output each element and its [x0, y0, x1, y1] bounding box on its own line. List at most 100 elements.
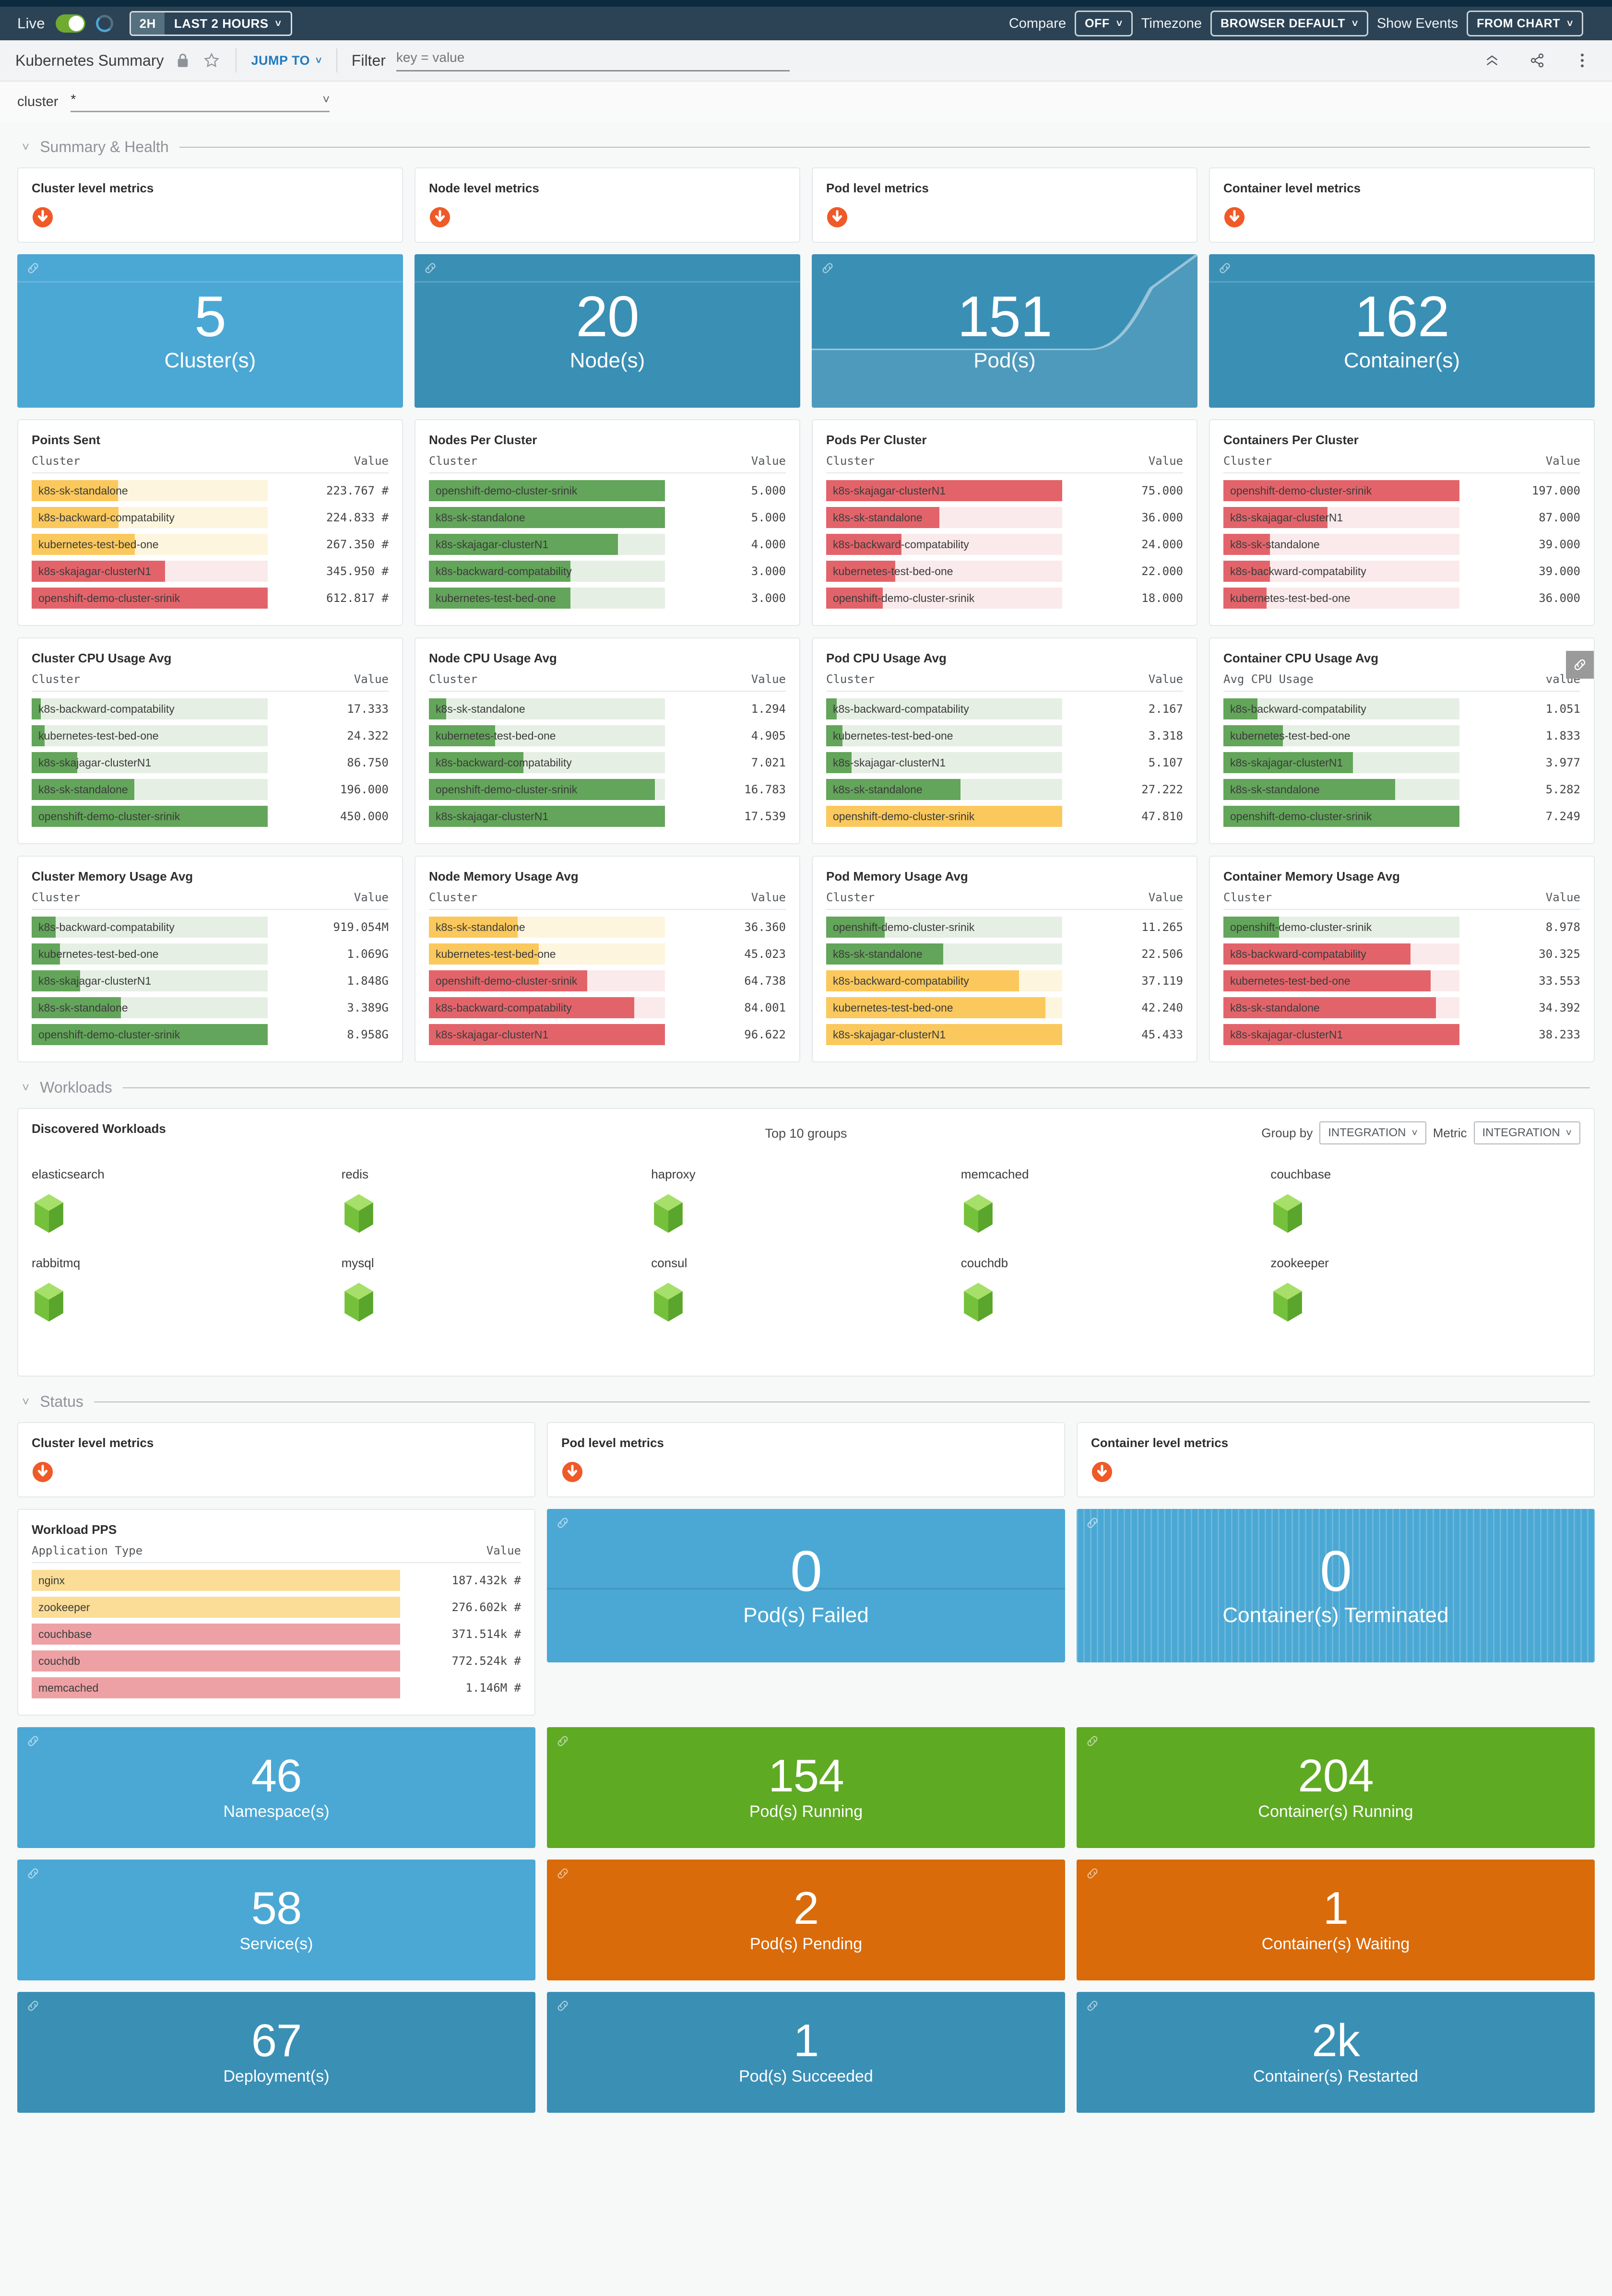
- table-row[interactable]: k8s-sk-standalone 5.000: [429, 504, 786, 531]
- table-row[interactable]: openshift-demo-cluster-srinik 16.783: [429, 776, 786, 803]
- table-row[interactable]: k8s-skajagar-clusterN1 45.433: [826, 1021, 1183, 1048]
- metric-tile-container-s-running[interactable]: 204 Container(s) Running: [1077, 1727, 1595, 1848]
- metric-tile-container-s-waiting[interactable]: 1 Container(s) Waiting: [1077, 1860, 1595, 1980]
- table-row[interactable]: kubernetes-test-bed-one 33.553: [1223, 967, 1580, 994]
- download-arrow-icon[interactable]: [1091, 1461, 1580, 1483]
- workload-item-consul[interactable]: consul: [651, 1256, 961, 1322]
- compare-dropdown[interactable]: OFF ˅: [1075, 11, 1133, 36]
- metric-dropdown[interactable]: INTEGRATION ˅: [1473, 1121, 1580, 1144]
- table-row[interactable]: k8s-skajagar-clusterN1 5.107: [826, 749, 1183, 776]
- metric-tile-container-s[interactable]: 162 Container(s): [1209, 254, 1595, 408]
- table-row[interactable]: k8s-sk-standalone 3.389G: [32, 994, 389, 1021]
- metric-tile-pod-s-running[interactable]: 154 Pod(s) Running: [547, 1727, 1065, 1848]
- table-row[interactable]: k8s-skajagar-clusterN1 345.950 #: [32, 558, 389, 585]
- table-row[interactable]: kubernetes-test-bed-one 36.000: [1223, 585, 1580, 612]
- download-arrow-icon[interactable]: [32, 206, 389, 228]
- table-row[interactable]: openshift-demo-cluster-srinik 64.738: [429, 967, 786, 994]
- jump-to-dropdown[interactable]: JUMP TO ˅: [251, 53, 321, 68]
- table-row[interactable]: k8s-skajagar-clusterN1 96.622: [429, 1021, 786, 1048]
- download-arrow-icon[interactable]: [1223, 206, 1580, 228]
- table-row[interactable]: nginx 187.432k #: [32, 1567, 521, 1594]
- table-row[interactable]: memcached 1.146M #: [32, 1674, 521, 1701]
- time-range-short[interactable]: 2H: [130, 12, 165, 35]
- table-row[interactable]: kubernetes-test-bed-one 45.023: [429, 941, 786, 967]
- table-row[interactable]: zookeeper 276.602k #: [32, 1594, 521, 1621]
- table-row[interactable]: k8s-backward-compatability 24.000: [826, 531, 1183, 558]
- metric-tile-pod-s-pending[interactable]: 2 Pod(s) Pending: [547, 1860, 1065, 1980]
- download-arrow-icon[interactable]: [429, 206, 786, 228]
- table-row[interactable]: k8s-backward-compatability 919.054M: [32, 914, 389, 941]
- table-row[interactable]: openshift-demo-cluster-srinik 8.978: [1223, 914, 1580, 941]
- table-row[interactable]: openshift-demo-cluster-srinik 197.000: [1223, 477, 1580, 504]
- table-row[interactable]: k8s-backward-compatability 2.167: [826, 695, 1183, 722]
- group-by-dropdown[interactable]: INTEGRATION ˅: [1319, 1121, 1426, 1144]
- table-row[interactable]: kubernetes-test-bed-one 4.905: [429, 722, 786, 749]
- live-toggle[interactable]: [55, 14, 85, 33]
- table-row[interactable]: k8s-skajagar-clusterN1 86.750: [32, 749, 389, 776]
- metric-tile-container-s-terminated[interactable]: 0 Container(s) Terminated: [1077, 1509, 1595, 1662]
- time-range-picker[interactable]: LAST 2 HOURS ˅: [165, 12, 291, 35]
- table-row[interactable]: couchbase 371.514k #: [32, 1621, 521, 1648]
- workload-item-memcached[interactable]: memcached: [961, 1167, 1271, 1234]
- table-row[interactable]: kubernetes-test-bed-one 267.350 #: [32, 531, 389, 558]
- link-icon[interactable]: [1566, 651, 1594, 679]
- table-row[interactable]: openshift-demo-cluster-srinik 7.249: [1223, 803, 1580, 830]
- table-row[interactable]: k8s-backward-compatability 37.119: [826, 967, 1183, 994]
- workload-item-haproxy[interactable]: haproxy: [651, 1167, 961, 1234]
- section-header-status[interactable]: ˅ Status: [17, 1377, 1595, 1422]
- workload-item-redis[interactable]: redis: [342, 1167, 652, 1234]
- section-header-workloads[interactable]: ˅ Workloads: [17, 1062, 1595, 1108]
- workload-item-rabbitmq[interactable]: rabbitmq: [32, 1256, 342, 1322]
- table-row[interactable]: k8s-backward-compatability 30.325: [1223, 941, 1580, 967]
- table-row[interactable]: k8s-skajagar-clusterN1 17.539: [429, 803, 786, 830]
- table-row[interactable]: k8s-backward-compatability 17.333: [32, 695, 389, 722]
- table-row[interactable]: openshift-demo-cluster-srinik 612.817 #: [32, 585, 389, 612]
- lock-icon[interactable]: [173, 51, 192, 70]
- filter-input[interactable]: [396, 49, 790, 71]
- chevrons-up-icon[interactable]: [1482, 51, 1502, 70]
- table-row[interactable]: k8s-sk-standalone 196.000: [32, 776, 389, 803]
- timezone-dropdown[interactable]: BROWSER DEFAULT ˅: [1210, 11, 1368, 36]
- table-row[interactable]: k8s-skajagar-clusterN1 3.977: [1223, 749, 1580, 776]
- table-row[interactable]: kubernetes-test-bed-one 42.240: [826, 994, 1183, 1021]
- table-row[interactable]: k8s-backward-compatability 1.051: [1223, 695, 1580, 722]
- table-row[interactable]: kubernetes-test-bed-one 1.069G: [32, 941, 389, 967]
- table-row[interactable]: kubernetes-test-bed-one 3.000: [429, 585, 786, 612]
- metric-tile-pod-s[interactable]: 151 Pod(s): [812, 254, 1197, 408]
- download-arrow-icon[interactable]: [826, 206, 1183, 228]
- table-row[interactable]: k8s-skajagar-clusterN1 4.000: [429, 531, 786, 558]
- section-header-summary-health[interactable]: ˅ Summary & Health: [17, 122, 1595, 167]
- table-row[interactable]: k8s-sk-standalone 223.767 #: [32, 477, 389, 504]
- metric-tile-cluster-s[interactable]: 5 Cluster(s): [17, 254, 403, 408]
- table-row[interactable]: k8s-backward-compatability 39.000: [1223, 558, 1580, 585]
- metric-tile-service-s[interactable]: 58 Service(s): [17, 1860, 535, 1980]
- download-arrow-icon[interactable]: [561, 1461, 1051, 1483]
- table-row[interactable]: couchdb 772.524k #: [32, 1648, 521, 1674]
- metric-tile-deployment-s[interactable]: 67 Deployment(s): [17, 1992, 535, 2113]
- metric-tile-container-s-restarted[interactable]: 2k Container(s) Restarted: [1077, 1992, 1595, 2113]
- table-row[interactable]: k8s-skajagar-clusterN1 87.000: [1223, 504, 1580, 531]
- metric-tile-pod-s-failed[interactable]: 0 Pod(s) Failed: [547, 1509, 1065, 1662]
- table-row[interactable]: k8s-backward-compatability 7.021: [429, 749, 786, 776]
- workload-item-zookeeper[interactable]: zookeeper: [1270, 1256, 1580, 1322]
- download-arrow-icon[interactable]: [32, 1461, 521, 1483]
- table-row[interactable]: k8s-sk-standalone 1.294: [429, 695, 786, 722]
- share-icon[interactable]: [1528, 51, 1547, 70]
- table-row[interactable]: kubernetes-test-bed-one 3.318: [826, 722, 1183, 749]
- table-row[interactable]: k8s-skajagar-clusterN1 38.233: [1223, 1021, 1580, 1048]
- show-events-dropdown[interactable]: FROM CHART ˅: [1467, 11, 1583, 36]
- metric-tile-namespace-s[interactable]: 46 Namespace(s): [17, 1727, 535, 1848]
- workload-item-couchbase[interactable]: couchbase: [1270, 1167, 1580, 1234]
- table-row[interactable]: k8s-backward-compatability 3.000: [429, 558, 786, 585]
- workload-item-elasticsearch[interactable]: elasticsearch: [32, 1167, 342, 1234]
- table-row[interactable]: kubernetes-test-bed-one 1.833: [1223, 722, 1580, 749]
- table-row[interactable]: openshift-demo-cluster-srinik 8.958G: [32, 1021, 389, 1048]
- table-row[interactable]: k8s-skajagar-clusterN1 1.848G: [32, 967, 389, 994]
- table-row[interactable]: k8s-sk-standalone 36.000: [826, 504, 1183, 531]
- table-row[interactable]: k8s-sk-standalone 39.000: [1223, 531, 1580, 558]
- table-row[interactable]: k8s-sk-standalone 27.222: [826, 776, 1183, 803]
- table-row[interactable]: k8s-backward-compatability 84.001: [429, 994, 786, 1021]
- metric-tile-node-s[interactable]: 20 Node(s): [415, 254, 800, 408]
- table-row[interactable]: kubernetes-test-bed-one 22.000: [826, 558, 1183, 585]
- cluster-variable-select[interactable]: * ˅: [71, 92, 330, 112]
